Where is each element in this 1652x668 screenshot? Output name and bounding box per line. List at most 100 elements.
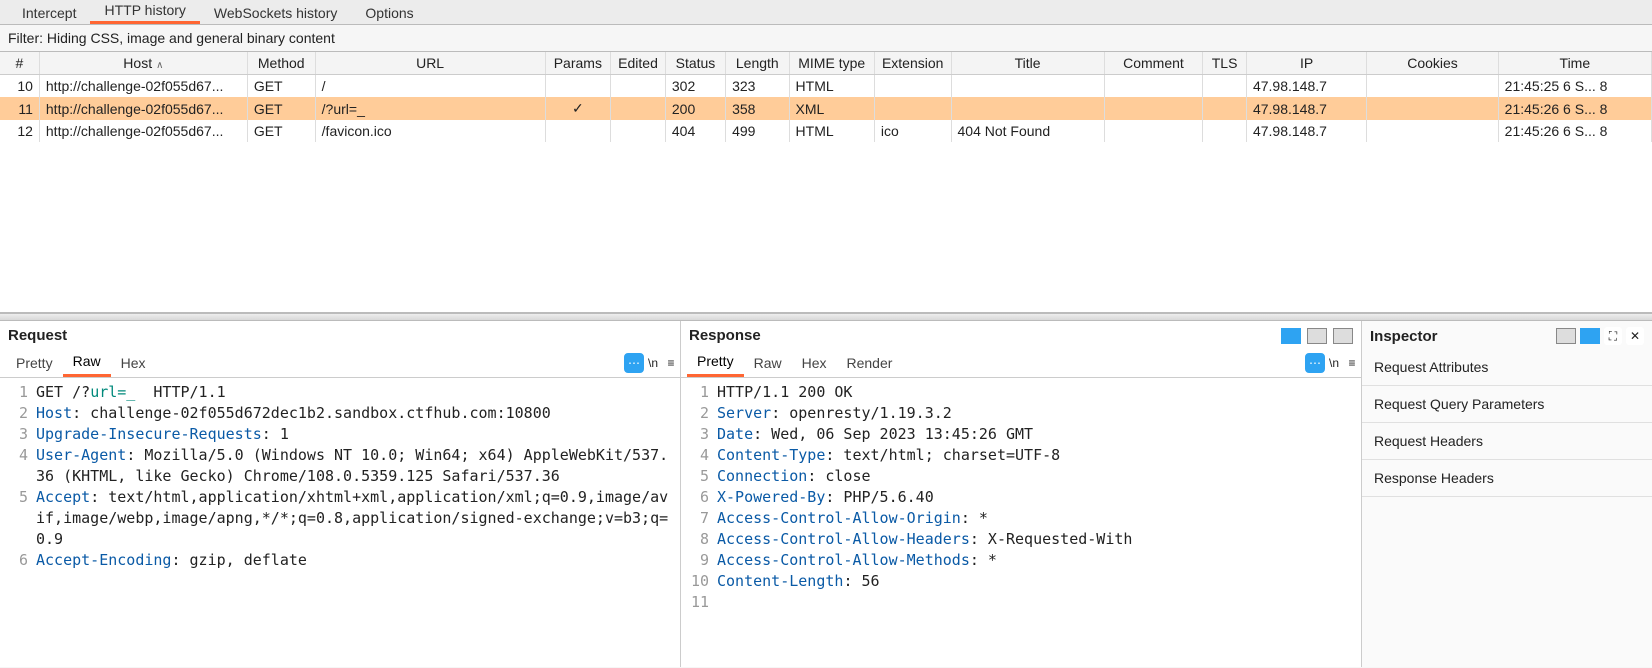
col-params[interactable]: Params <box>545 52 611 75</box>
line-number: 3 <box>0 424 36 445</box>
col-time[interactable]: Time <box>1498 52 1651 75</box>
cell-cookies <box>1367 97 1498 120</box>
col-ip[interactable]: IP <box>1246 52 1366 75</box>
response-title: Response <box>689 327 761 344</box>
response-menu-icon[interactable]: ≡ <box>1343 354 1361 372</box>
cell-host: http://challenge-02f055d67... <box>39 120 247 142</box>
col-num[interactable]: # <box>0 52 39 75</box>
cell-ext: ico <box>874 120 951 142</box>
cell-tls <box>1203 120 1247 142</box>
cell-mime: XML <box>789 97 874 120</box>
col-tls[interactable]: TLS <box>1203 52 1247 75</box>
inspector-layout1-icon[interactable] <box>1556 328 1576 344</box>
line-number: 9 <box>681 550 717 571</box>
cell-num: 12 <box>0 120 39 142</box>
line-number: 4 <box>681 445 717 466</box>
col-comment[interactable]: Comment <box>1104 52 1202 75</box>
cell-time: 21:45:26 6 S... 8 <box>1498 120 1651 142</box>
col-url[interactable]: URL <box>315 52 545 75</box>
line-number: 7 <box>681 508 717 529</box>
cell-method: GET <box>247 97 315 120</box>
response-editor[interactable]: 1HTTP/1.1 200 OK2Server: openresty/1.19.… <box>681 378 1361 667</box>
request-title: Request <box>8 327 67 344</box>
line-number: 5 <box>681 466 717 487</box>
cell-url: /favicon.ico <box>315 120 545 142</box>
cell-host: http://challenge-02f055d67... <box>39 75 247 98</box>
cell-url: /?url=_ <box>315 97 545 120</box>
inspector-gear-icon[interactable]: ✕ <box>1626 327 1644 345</box>
line-content: Access-Control-Allow-Headers: X-Requeste… <box>717 529 1138 550</box>
request-tab-pretty[interactable]: Pretty <box>6 350 63 376</box>
tab-intercept[interactable]: Intercept <box>8 2 90 24</box>
response-newline-icon[interactable]: \n <box>1325 354 1343 372</box>
response-tab-raw[interactable]: Raw <box>744 350 792 376</box>
cell-ip: 47.98.148.7 <box>1246 97 1366 120</box>
request-tab-raw[interactable]: Raw <box>63 348 111 377</box>
line-content: HTTP/1.1 200 OK <box>717 382 858 403</box>
col-title[interactable]: Title <box>951 52 1104 75</box>
cell-edited <box>611 75 666 98</box>
response-tab-hex[interactable]: Hex <box>792 350 837 376</box>
request-tab-hex[interactable]: Hex <box>111 350 156 376</box>
cell-method: GET <box>247 120 315 142</box>
cell-url: / <box>315 75 545 98</box>
layout-columns-icon[interactable] <box>1281 328 1301 344</box>
inspector-request-headers[interactable]: Request Headers <box>1362 423 1652 460</box>
col-edited[interactable]: Edited <box>611 52 666 75</box>
response-actions-icon[interactable]: ⋯ <box>1305 353 1325 373</box>
layout-rows-icon[interactable] <box>1307 328 1327 344</box>
cell-status: 302 <box>665 75 725 98</box>
inspector-request-query-params[interactable]: Request Query Parameters <box>1362 386 1652 423</box>
line-content: Content-Length: 56 <box>717 571 886 592</box>
layout-single-icon[interactable] <box>1333 328 1353 344</box>
inspector-expand-icon[interactable]: ⛶ <box>1604 327 1622 345</box>
sort-asc-icon: ∧ <box>156 60 163 71</box>
cell-ip: 47.98.148.7 <box>1246 120 1366 142</box>
line-number: 6 <box>0 550 36 571</box>
line-content <box>717 592 723 613</box>
table-row[interactable]: 11http://challenge-02f055d67...GET/?url=… <box>0 97 1652 120</box>
line-content: Upgrade-Insecure-Requests: 1 <box>36 424 295 445</box>
table-row[interactable]: 10http://challenge-02f055d67...GET/30232… <box>0 75 1652 98</box>
response-tab-render[interactable]: Render <box>837 350 903 376</box>
request-newline-icon[interactable]: \n <box>644 354 662 372</box>
line-number: 5 <box>0 487 36 550</box>
line-number: 2 <box>0 403 36 424</box>
request-editor[interactable]: 1GET /?url=_ HTTP/1.12Host: challenge-02… <box>0 378 680 667</box>
col-status[interactable]: Status <box>665 52 725 75</box>
cell-ext <box>874 75 951 98</box>
col-host[interactable]: Host∧ <box>39 52 247 75</box>
history-table-wrap: # Host∧ Method URL Params Edited Status … <box>0 52 1652 313</box>
cell-title: 404 Not Found <box>951 120 1104 142</box>
col-length[interactable]: Length <box>726 52 789 75</box>
line-content: Content-Type: text/html; charset=UTF-8 <box>717 445 1066 466</box>
tab-ws-history[interactable]: WebSockets history <box>200 2 351 24</box>
tab-http-history[interactable]: HTTP history <box>90 0 199 24</box>
response-panel: Response Pretty Raw Hex Render ⋯ \n ≡ 1H… <box>681 321 1362 667</box>
cell-cookies <box>1367 120 1498 142</box>
tab-options[interactable]: Options <box>351 2 427 24</box>
inspector-layout2-icon[interactable] <box>1580 328 1600 344</box>
cell-time: 21:45:26 6 S... 8 <box>1498 97 1651 120</box>
cell-length: 358 <box>726 97 789 120</box>
request-menu-icon[interactable]: ≡ <box>662 354 680 372</box>
line-number: 1 <box>0 382 36 403</box>
line-content: Host: challenge-02f055d672dec1b2.sandbox… <box>36 403 557 424</box>
cell-comment <box>1104 120 1202 142</box>
col-method[interactable]: Method <box>247 52 315 75</box>
col-mime[interactable]: MIME type <box>789 52 874 75</box>
line-content: Access-Control-Allow-Origin: * <box>717 508 994 529</box>
line-number: 4 <box>0 445 36 487</box>
line-number: 10 <box>681 571 717 592</box>
horizontal-splitter[interactable] <box>0 313 1652 321</box>
inspector-request-attributes[interactable]: Request Attributes <box>1362 349 1652 386</box>
inspector-response-headers[interactable]: Response Headers <box>1362 460 1652 497</box>
response-tab-pretty[interactable]: Pretty <box>687 348 744 377</box>
request-panel: Request Pretty Raw Hex ⋯ \n ≡ 1GET /?url… <box>0 321 681 667</box>
line-content: User-Agent: Mozilla/5.0 (Windows NT 10.0… <box>36 445 680 487</box>
col-ext[interactable]: Extension <box>874 52 951 75</box>
table-row[interactable]: 12http://challenge-02f055d67...GET/favic… <box>0 120 1652 142</box>
filter-bar[interactable]: Filter: Hiding CSS, image and general bi… <box>0 25 1652 52</box>
col-cookies[interactable]: Cookies <box>1367 52 1498 75</box>
request-actions-icon[interactable]: ⋯ <box>624 353 644 373</box>
